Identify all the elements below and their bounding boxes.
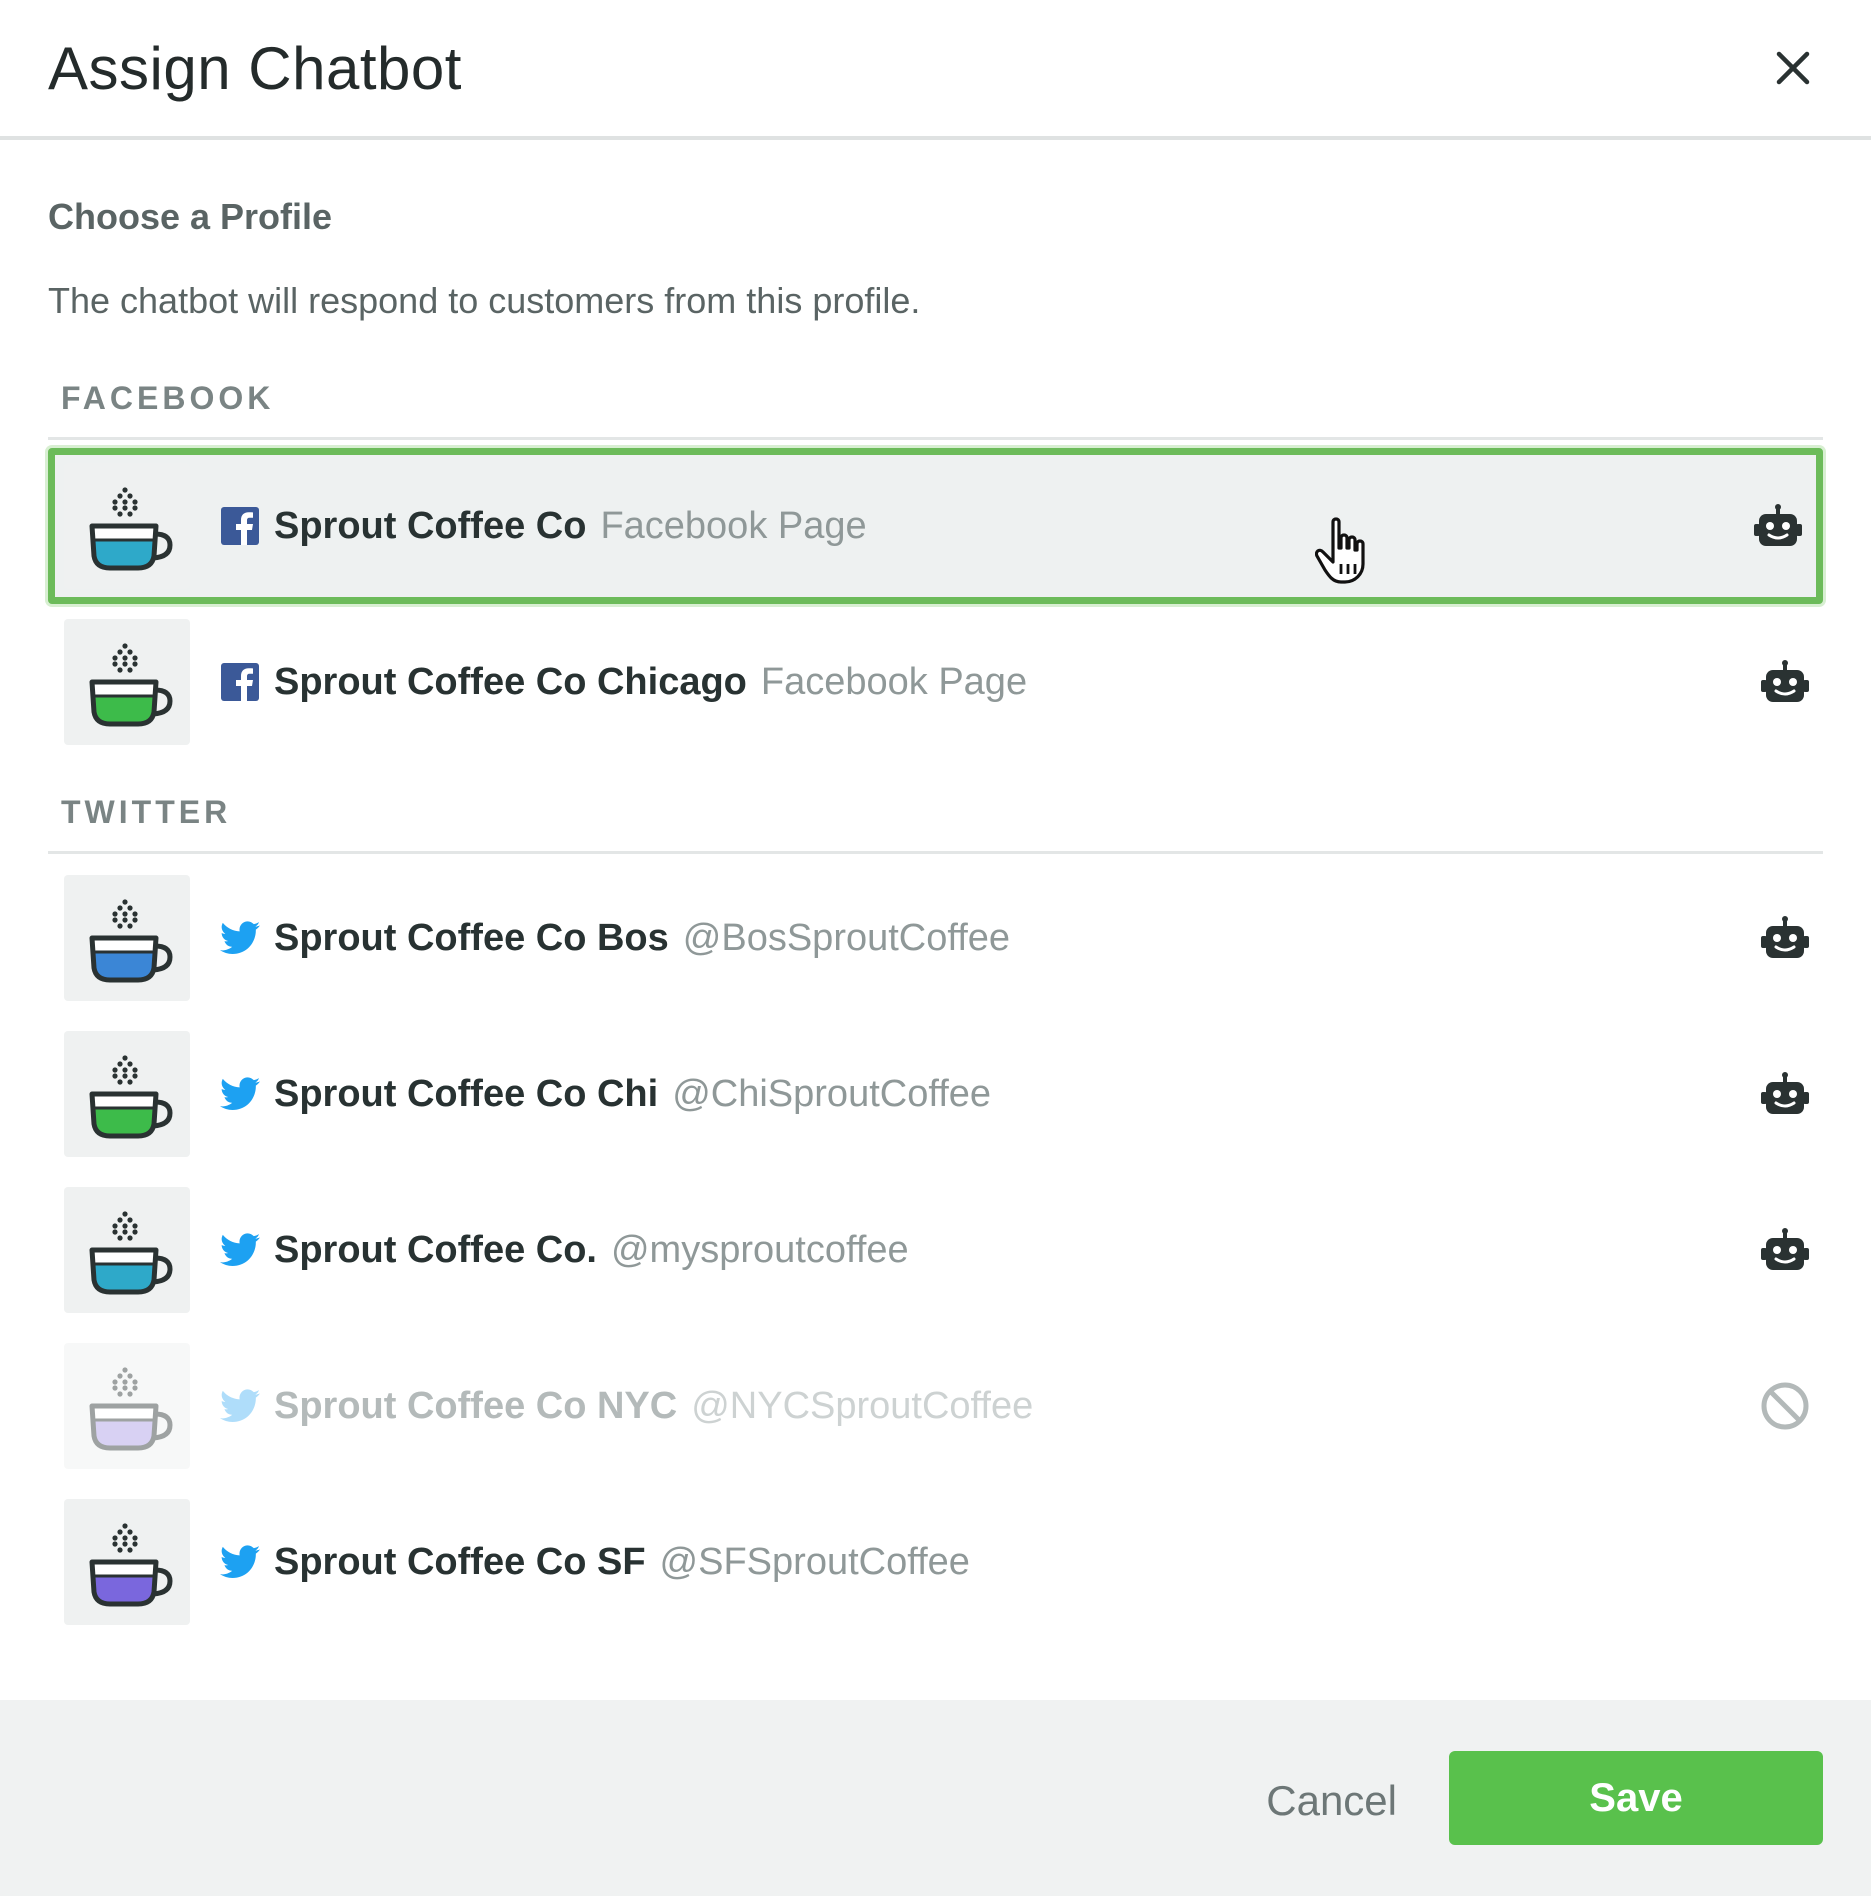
dialog-footer: Cancel Save: [0, 1700, 1871, 1896]
twitter-icon: [220, 1542, 260, 1582]
profile-row[interactable]: Sprout Coffee Co Bos @BosSproutCoffee: [48, 860, 1823, 1016]
profile-avatar: [64, 1187, 190, 1313]
dialog-body: Choose a Profile The chatbot will respon…: [0, 196, 1871, 1640]
profile-handle: @SFSproutCoffee: [659, 1540, 970, 1583]
profile-row: Sprout Coffee Co NYC @NYCSproutCoffee: [48, 1328, 1823, 1484]
profile-row[interactable]: Sprout Coffee Co SF @SFSproutCoffee: [48, 1484, 1823, 1640]
facebook-icon: [220, 506, 260, 546]
facebook-profile-list: Sprout Coffee Co Facebook Page Sprout Co…: [48, 448, 1823, 760]
hand-pointer-cursor-icon: [1315, 517, 1365, 584]
section-divider: [48, 437, 1823, 440]
close-button[interactable]: [1763, 38, 1823, 98]
profile-row[interactable]: Sprout Coffee Co Chicago Facebook Page: [48, 604, 1823, 760]
close-icon: [1776, 51, 1810, 85]
profile-row[interactable]: Sprout Coffee Co Chi @ChiSproutCoffee: [48, 1016, 1823, 1172]
twitter-icon: [220, 1074, 260, 1114]
profile-name: Sprout Coffee Co Chi: [274, 1072, 659, 1115]
profile-avatar: [64, 463, 190, 589]
profile-handle: @ChiSproutCoffee: [672, 1072, 992, 1115]
chatbot-icon: [1752, 500, 1804, 552]
profile-avatar: [64, 619, 190, 745]
profile-name: Sprout Coffee Co: [274, 504, 587, 547]
chatbot-icon: [1759, 912, 1811, 964]
save-button[interactable]: Save: [1449, 1751, 1823, 1845]
profile-avatar: [64, 1343, 190, 1469]
profile-avatar: [64, 875, 190, 1001]
profile-name: Sprout Coffee Co NYC: [274, 1384, 678, 1427]
chatbot-icon: [1759, 656, 1811, 708]
section-divider: [48, 851, 1823, 854]
chatbot-icon: [1759, 1068, 1811, 1120]
profile-name: Sprout Coffee Co Chicago: [274, 660, 747, 703]
twitter-profile-list: Sprout Coffee Co Bos @BosSproutCoffee Sp…: [48, 860, 1823, 1640]
profile-name: Sprout Coffee Co SF: [274, 1540, 646, 1583]
prohibited-icon: [1759, 1380, 1811, 1432]
section-heading: Choose a Profile: [48, 196, 333, 237]
twitter-icon: [220, 1230, 260, 1270]
profile-handle: Facebook Page: [600, 504, 867, 547]
chatbot-icon: [1759, 1224, 1811, 1276]
profile-name: Sprout Coffee Co.: [274, 1228, 597, 1271]
profile-handle: @NYCSproutCoffee: [691, 1384, 1034, 1427]
profile-handle: @mysproutcoffee: [610, 1228, 909, 1271]
facebook-icon: [220, 662, 260, 702]
assign-chatbot-dialog: Assign Chatbot Choose a Profile The chat…: [0, 0, 1871, 1896]
dialog-title: Assign Chatbot: [48, 34, 462, 102]
profile-avatar: [64, 1031, 190, 1157]
profile-handle: Facebook Page: [760, 660, 1028, 703]
cancel-button[interactable]: Cancel: [1266, 1771, 1397, 1825]
profile-avatar: [64, 1499, 190, 1625]
profile-row[interactable]: Sprout Coffee Co. @mysproutcoffee: [48, 1172, 1823, 1328]
facebook-section-label: FACEBOOK: [61, 380, 275, 416]
twitter-section-label: TWITTER: [61, 794, 232, 830]
profile-row[interactable]: Sprout Coffee Co Facebook Page: [48, 448, 1823, 604]
twitter-icon: [220, 918, 260, 958]
profile-handle: @BosSproutCoffee: [682, 916, 1011, 959]
twitter-icon: [220, 1386, 260, 1426]
dialog-header: Assign Chatbot: [0, 0, 1871, 140]
section-description: The chatbot will respond to customers fr…: [48, 280, 921, 321]
profile-name: Sprout Coffee Co Bos: [274, 916, 669, 959]
